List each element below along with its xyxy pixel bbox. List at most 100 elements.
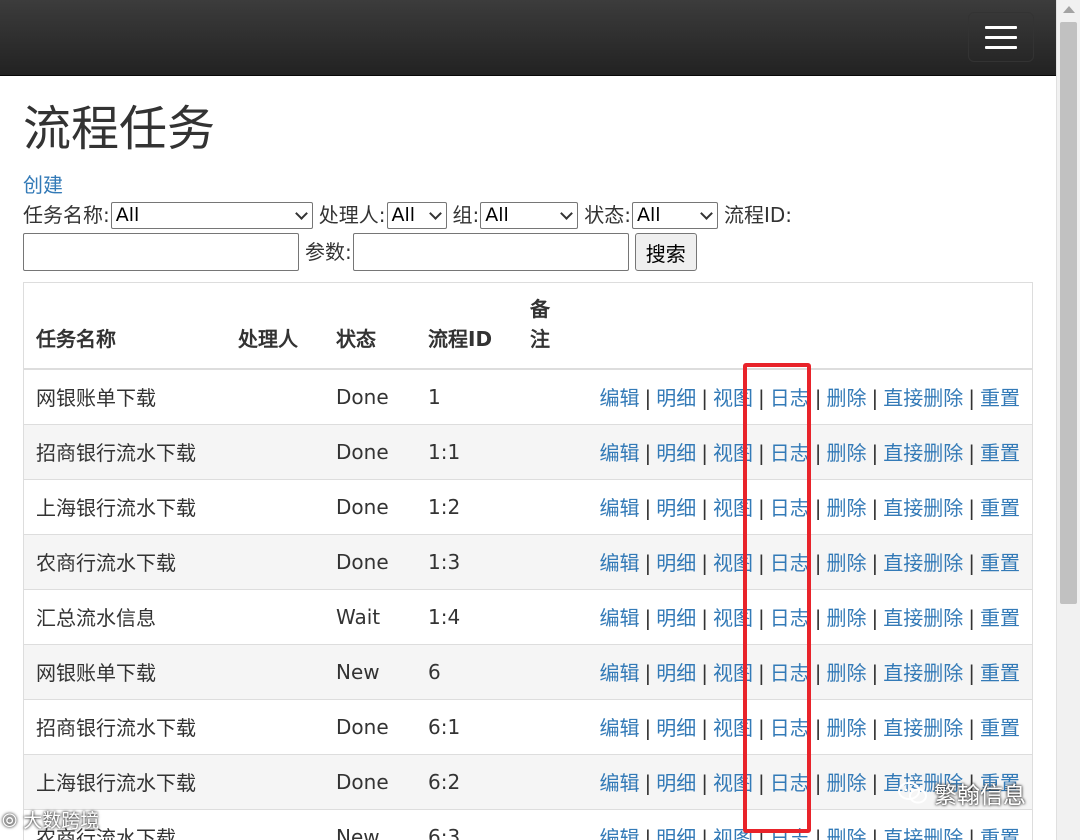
action-separator: | (758, 441, 765, 465)
view-link[interactable]: 视图 (713, 661, 753, 685)
task-table-body: 网银账单下载 Done 1 编辑 | 明细 | 视图 | 日志 | 删除 | 直接删除 | 重置 招商银行流水下… (24, 368, 1032, 840)
menu-toggle-button[interactable] (968, 12, 1034, 62)
edit-link[interactable]: 编辑 (600, 496, 640, 520)
params-input[interactable] (352, 233, 629, 271)
action-separator: | (758, 661, 765, 685)
create-link[interactable]: 创建 (23, 172, 63, 198)
reset-link[interactable]: 重置 (980, 606, 1020, 630)
row-actions: 编辑 | 明细 | 视图 | 日志 | 删除 | 直接删除 | 重置 (562, 478, 1032, 534)
direct-delete-link[interactable]: 直接删除 (883, 386, 963, 410)
view-link[interactable]: 视图 (713, 826, 753, 840)
scroll-thumb[interactable] (1060, 22, 1077, 604)
reset-link[interactable]: 重置 (980, 441, 1020, 465)
action-separator: | (758, 551, 765, 575)
chevron-down-icon (294, 206, 308, 220)
status-cell: New (324, 643, 416, 699)
header-handler: 处理人 (226, 283, 324, 370)
detail-link[interactable]: 明细 (656, 551, 696, 575)
handler-cell (226, 533, 324, 589)
handler-select[interactable]: All (386, 201, 447, 229)
task-name-select[interactable]: All (110, 201, 313, 229)
edit-link[interactable]: 编辑 (600, 606, 640, 630)
detail-link[interactable]: 明细 (656, 661, 696, 685)
view-link[interactable]: 视图 (713, 441, 753, 465)
view-link[interactable]: 视图 (713, 496, 753, 520)
vertical-scrollbar[interactable] (1056, 0, 1080, 840)
reset-link[interactable]: 重置 (980, 496, 1020, 520)
action-separator: | (701, 606, 708, 630)
delete-link[interactable]: 删除 (827, 661, 867, 685)
direct-delete-link[interactable]: 直接删除 (883, 441, 963, 465)
view-link[interactable]: 视图 (713, 386, 753, 410)
detail-link[interactable]: 明细 (656, 386, 696, 410)
detail-link[interactable]: 明细 (656, 441, 696, 465)
direct-delete-link[interactable]: 直接删除 (883, 496, 963, 520)
log-link[interactable]: 日志 (770, 661, 810, 685)
reset-link[interactable]: 重置 (980, 716, 1020, 740)
search-button[interactable]: 搜索 (634, 233, 697, 271)
handler-cell (226, 588, 324, 644)
handler-cell (226, 698, 324, 754)
delete-link[interactable]: 删除 (827, 386, 867, 410)
direct-delete-link[interactable]: 直接删除 (883, 716, 963, 740)
delete-link[interactable]: 删除 (827, 826, 867, 840)
chevron-down-icon (428, 206, 442, 220)
reset-link[interactable]: 重置 (980, 826, 1020, 840)
direct-delete-link[interactable]: 直接删除 (883, 826, 963, 840)
process-id-input[interactable] (23, 233, 299, 271)
edit-link[interactable]: 编辑 (600, 771, 640, 795)
log-link[interactable]: 日志 (770, 551, 810, 575)
edit-link[interactable]: 编辑 (600, 716, 640, 740)
view-link[interactable]: 视图 (713, 716, 753, 740)
detail-link[interactable]: 明细 (656, 826, 696, 840)
direct-delete-link[interactable]: 直接删除 (883, 661, 963, 685)
delete-link[interactable]: 删除 (827, 606, 867, 630)
action-separator: | (968, 606, 975, 630)
direct-delete-link[interactable]: 直接删除 (883, 606, 963, 630)
edit-link[interactable]: 编辑 (600, 386, 640, 410)
view-link[interactable]: 视图 (713, 551, 753, 575)
log-link[interactable]: 日志 (770, 716, 810, 740)
edit-link[interactable]: 编辑 (600, 661, 640, 685)
group-select[interactable]: All (480, 201, 579, 229)
log-link[interactable]: 日志 (770, 496, 810, 520)
log-link[interactable]: 日志 (770, 386, 810, 410)
detail-link[interactable]: 明细 (656, 771, 696, 795)
table-row: 农商行流水下载 New 6:3 编辑 | 明细 | 视图 | 日志 | 删除 | 直接删除 | 重置 (24, 808, 1032, 840)
group-label: 组: (452, 203, 480, 227)
direct-delete-link[interactable]: 直接删除 (883, 551, 963, 575)
detail-link[interactable]: 明细 (656, 496, 696, 520)
status-cell: Done (324, 533, 416, 589)
delete-link[interactable]: 删除 (827, 771, 867, 795)
detail-link[interactable]: 明细 (656, 606, 696, 630)
edit-link[interactable]: 编辑 (600, 441, 640, 465)
log-link[interactable]: 日志 (770, 441, 810, 465)
log-link[interactable]: 日志 (770, 826, 810, 840)
edit-link[interactable]: 编辑 (600, 551, 640, 575)
params-label: 参数: (305, 240, 352, 264)
table-row: 招商银行流水下载 Done 1:1 编辑 | 明细 | 视图 | 日志 | 删除 | 直接删除 | 重置 (24, 423, 1032, 479)
delete-link[interactable]: 删除 (827, 551, 867, 575)
reset-link[interactable]: 重置 (980, 661, 1020, 685)
reset-link[interactable]: 重置 (980, 386, 1020, 410)
action-separator: | (871, 716, 879, 740)
logo-icon: ⦾ (2, 810, 24, 832)
scroll-up-arrow-icon[interactable] (1063, 6, 1075, 13)
view-link[interactable]: 视图 (713, 771, 753, 795)
detail-link[interactable]: 明细 (656, 716, 696, 740)
reset-link[interactable]: 重置 (980, 551, 1020, 575)
view-link[interactable]: 视图 (713, 606, 753, 630)
main-content: 流程任务 创建 任务名称: All 处理人: All 组: All 状态: Al… (23, 76, 1033, 273)
log-link[interactable]: 日志 (770, 771, 810, 795)
task-name-cell: 网银账单下载 (24, 643, 226, 699)
action-separator: | (644, 771, 652, 795)
edit-link[interactable]: 编辑 (600, 826, 640, 840)
delete-link[interactable]: 删除 (827, 441, 867, 465)
row-actions: 编辑 | 明细 | 视图 | 日志 | 删除 | 直接删除 | 重置 (562, 368, 1032, 424)
process-id-cell: 6:1 (416, 698, 518, 754)
delete-link[interactable]: 删除 (827, 716, 867, 740)
watermark-right: 繁翰信息 (898, 776, 1026, 810)
log-link[interactable]: 日志 (770, 606, 810, 630)
delete-link[interactable]: 删除 (827, 496, 867, 520)
status-select[interactable]: All (632, 201, 718, 229)
